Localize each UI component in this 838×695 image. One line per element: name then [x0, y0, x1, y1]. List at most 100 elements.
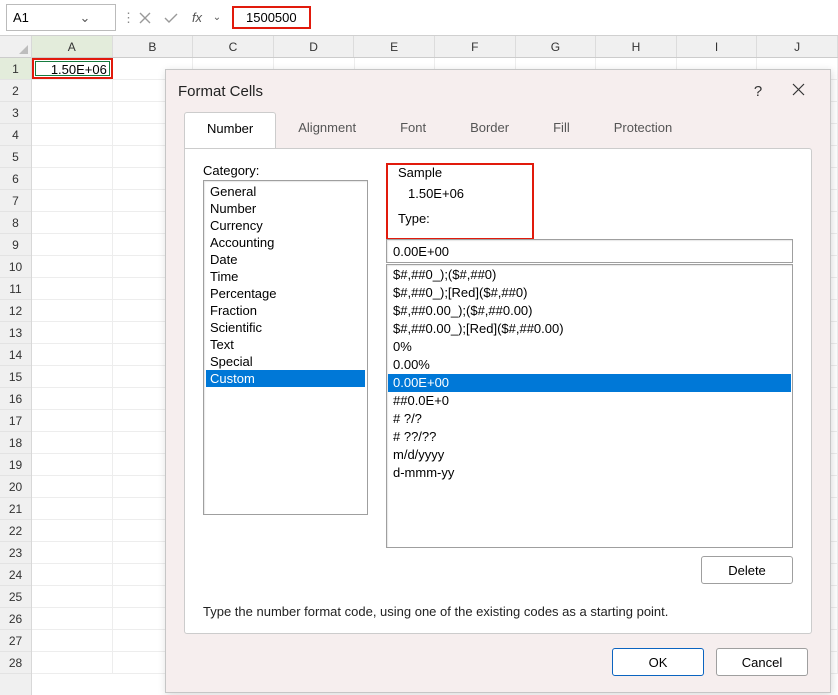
- row-header-18[interactable]: 18: [0, 432, 31, 454]
- cell-a6[interactable]: [32, 168, 113, 189]
- close-icon[interactable]: [778, 83, 818, 100]
- cell-a18[interactable]: [32, 432, 113, 453]
- row-header-28[interactable]: 28: [0, 652, 31, 674]
- cancel-formula-icon[interactable]: [132, 5, 158, 31]
- format-item[interactable]: # ?/?: [388, 410, 791, 428]
- row-header-12[interactable]: 12: [0, 300, 31, 322]
- column-header-j[interactable]: J: [757, 36, 838, 57]
- row-header-15[interactable]: 15: [0, 366, 31, 388]
- row-header-3[interactable]: 3: [0, 102, 31, 124]
- format-item[interactable]: $#,##0.00_);($#,##0.00): [388, 302, 791, 320]
- column-header-f[interactable]: F: [435, 36, 516, 57]
- column-header-a[interactable]: A: [32, 36, 113, 57]
- cell-a5[interactable]: [32, 146, 113, 167]
- formula-expand-icon[interactable]: ⌄: [210, 12, 224, 23]
- category-item-accounting[interactable]: Accounting: [206, 234, 365, 251]
- format-item[interactable]: 0.00E+00: [388, 374, 791, 392]
- cell-a24[interactable]: [32, 564, 113, 585]
- formula-value[interactable]: 1500500: [232, 6, 311, 29]
- row-header-4[interactable]: 4: [0, 124, 31, 146]
- cell-a1[interactable]: 1.50E+06: [32, 58, 113, 79]
- category-item-date[interactable]: Date: [206, 251, 365, 268]
- row-header-16[interactable]: 16: [0, 388, 31, 410]
- cell-a21[interactable]: [32, 498, 113, 519]
- row-header-10[interactable]: 10: [0, 256, 31, 278]
- row-header-6[interactable]: 6: [0, 168, 31, 190]
- category-item-scientific[interactable]: Scientific: [206, 319, 365, 336]
- row-header-26[interactable]: 26: [0, 608, 31, 630]
- row-header-21[interactable]: 21: [0, 498, 31, 520]
- column-header-b[interactable]: B: [113, 36, 194, 57]
- cell-a3[interactable]: [32, 102, 113, 123]
- tab-fill[interactable]: Fill: [531, 112, 592, 148]
- tab-alignment[interactable]: Alignment: [276, 112, 378, 148]
- cell-a8[interactable]: [32, 212, 113, 233]
- row-header-20[interactable]: 20: [0, 476, 31, 498]
- column-header-h[interactable]: H: [596, 36, 677, 57]
- category-item-custom[interactable]: Custom: [206, 370, 365, 387]
- row-header-17[interactable]: 17: [0, 410, 31, 432]
- format-item[interactable]: d-mmm-yy: [388, 464, 791, 482]
- column-header-e[interactable]: E: [354, 36, 435, 57]
- column-header-c[interactable]: C: [193, 36, 274, 57]
- format-item[interactable]: $#,##0_);($#,##0): [388, 266, 791, 284]
- cell-a20[interactable]: [32, 476, 113, 497]
- delete-button[interactable]: Delete: [701, 556, 793, 584]
- row-header-5[interactable]: 5: [0, 146, 31, 168]
- cell-a26[interactable]: [32, 608, 113, 629]
- cell-a23[interactable]: [32, 542, 113, 563]
- format-item[interactable]: m/d/yyyy: [388, 446, 791, 464]
- category-item-text[interactable]: Text: [206, 336, 365, 353]
- row-header-13[interactable]: 13: [0, 322, 31, 344]
- row-header-27[interactable]: 27: [0, 630, 31, 652]
- name-box[interactable]: A1 ⌄: [6, 4, 116, 31]
- row-header-7[interactable]: 7: [0, 190, 31, 212]
- cancel-button[interactable]: Cancel: [716, 648, 808, 676]
- cell-a7[interactable]: [32, 190, 113, 211]
- select-all-corner[interactable]: [0, 36, 31, 58]
- column-header-i[interactable]: I: [677, 36, 758, 57]
- cell-a9[interactable]: [32, 234, 113, 255]
- category-list[interactable]: GeneralNumberCurrencyAccountingDateTimeP…: [203, 180, 368, 515]
- cell-a11[interactable]: [32, 278, 113, 299]
- row-header-24[interactable]: 24: [0, 564, 31, 586]
- cell-a25[interactable]: [32, 586, 113, 607]
- cell-a19[interactable]: [32, 454, 113, 475]
- row-header-23[interactable]: 23: [0, 542, 31, 564]
- cell-a2[interactable]: [32, 80, 113, 101]
- fx-icon[interactable]: fx: [184, 10, 210, 25]
- row-header-25[interactable]: 25: [0, 586, 31, 608]
- category-item-number[interactable]: Number: [206, 200, 365, 217]
- row-header-19[interactable]: 19: [0, 454, 31, 476]
- category-item-special[interactable]: Special: [206, 353, 365, 370]
- category-item-fraction[interactable]: Fraction: [206, 302, 365, 319]
- chevron-down-icon[interactable]: ⌄: [61, 10, 109, 26]
- column-header-g[interactable]: G: [516, 36, 597, 57]
- column-header-d[interactable]: D: [274, 36, 355, 57]
- ok-button[interactable]: OK: [612, 648, 704, 676]
- cell-a17[interactable]: [32, 410, 113, 431]
- format-item[interactable]: # ??/??: [388, 428, 791, 446]
- cell-a14[interactable]: [32, 344, 113, 365]
- row-header-2[interactable]: 2: [0, 80, 31, 102]
- cell-a15[interactable]: [32, 366, 113, 387]
- cell-a22[interactable]: [32, 520, 113, 541]
- row-header-11[interactable]: 11: [0, 278, 31, 300]
- help-icon[interactable]: ?: [738, 83, 778, 100]
- format-item[interactable]: $#,##0.00_);[Red]($#,##0.00): [388, 320, 791, 338]
- enter-formula-icon[interactable]: [158, 5, 184, 31]
- category-item-time[interactable]: Time: [206, 268, 365, 285]
- tab-font[interactable]: Font: [378, 112, 448, 148]
- type-input[interactable]: [386, 239, 793, 263]
- cell-a4[interactable]: [32, 124, 113, 145]
- cell-a13[interactable]: [32, 322, 113, 343]
- tab-number[interactable]: Number: [184, 112, 276, 148]
- tab-protection[interactable]: Protection: [592, 112, 695, 148]
- cell-a27[interactable]: [32, 630, 113, 651]
- row-header-9[interactable]: 9: [0, 234, 31, 256]
- format-item[interactable]: ##0.0E+0: [388, 392, 791, 410]
- row-header-14[interactable]: 14: [0, 344, 31, 366]
- row-header-8[interactable]: 8: [0, 212, 31, 234]
- format-item[interactable]: $#,##0_);[Red]($#,##0): [388, 284, 791, 302]
- format-item[interactable]: 0.00%: [388, 356, 791, 374]
